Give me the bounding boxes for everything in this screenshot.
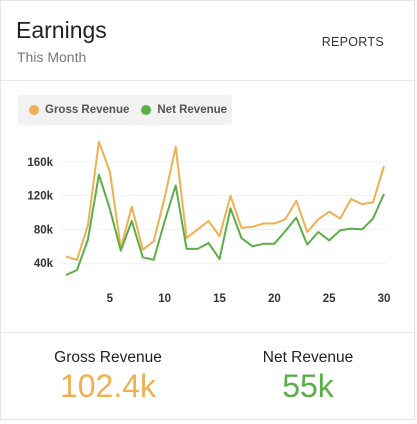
net-revenue-value: 55k bbox=[282, 368, 334, 404]
legend-net-label: Net Revenue bbox=[157, 104, 228, 116]
x-tick-label: 10 bbox=[158, 293, 171, 305]
legend-item-net[interactable]: Net Revenue bbox=[141, 104, 227, 116]
card-footer: Gross Revenue 102.4k Net Revenue 55k bbox=[1, 332, 414, 421]
legend-gross-label: Gross Revenue bbox=[45, 104, 130, 116]
card-subtitle: This Month bbox=[17, 49, 87, 65]
y-tick-label: 40k bbox=[34, 258, 54, 270]
gross-revenue-line bbox=[65, 141, 385, 261]
gross-revenue-label: Gross Revenue bbox=[54, 349, 162, 366]
card-header: Earnings This Month REPORTS bbox=[1, 1, 414, 81]
net-revenue-label: Net Revenue bbox=[262, 349, 354, 366]
x-tick-label: 20 bbox=[268, 293, 281, 305]
x-tick-label: 15 bbox=[213, 293, 226, 305]
y-tick-label: 120k bbox=[27, 191, 53, 203]
chart-legend: Gross Revenue Net Revenue bbox=[18, 95, 232, 125]
gross-dot-icon bbox=[29, 105, 39, 115]
reports-button[interactable]: REPORTS bbox=[322, 35, 384, 49]
y-tick-label: 160k bbox=[27, 157, 53, 169]
x-tick-label: 5 bbox=[107, 293, 114, 305]
y-tick-label: 80k bbox=[34, 224, 54, 236]
gross-revenue-stat: Gross Revenue 102.4k bbox=[48, 349, 168, 405]
earnings-card: Earnings This Month REPORTS Gross Revenu… bbox=[0, 0, 415, 420]
card-title: Earnings bbox=[16, 17, 107, 43]
net-revenue-stat: Net Revenue 55k bbox=[253, 349, 363, 405]
gross-revenue-value: 102.4k bbox=[59, 368, 157, 404]
legend-item-gross[interactable]: Gross Revenue bbox=[29, 104, 129, 116]
x-tick-label: 25 bbox=[323, 293, 336, 305]
x-tick-label: 30 bbox=[378, 293, 391, 305]
earnings-line-chart: 40k 80k 120k 160k 5 10 15 20 25 30 bbox=[27, 141, 391, 305]
net-dot-icon bbox=[141, 105, 152, 115]
net-revenue-line bbox=[65, 173, 385, 276]
